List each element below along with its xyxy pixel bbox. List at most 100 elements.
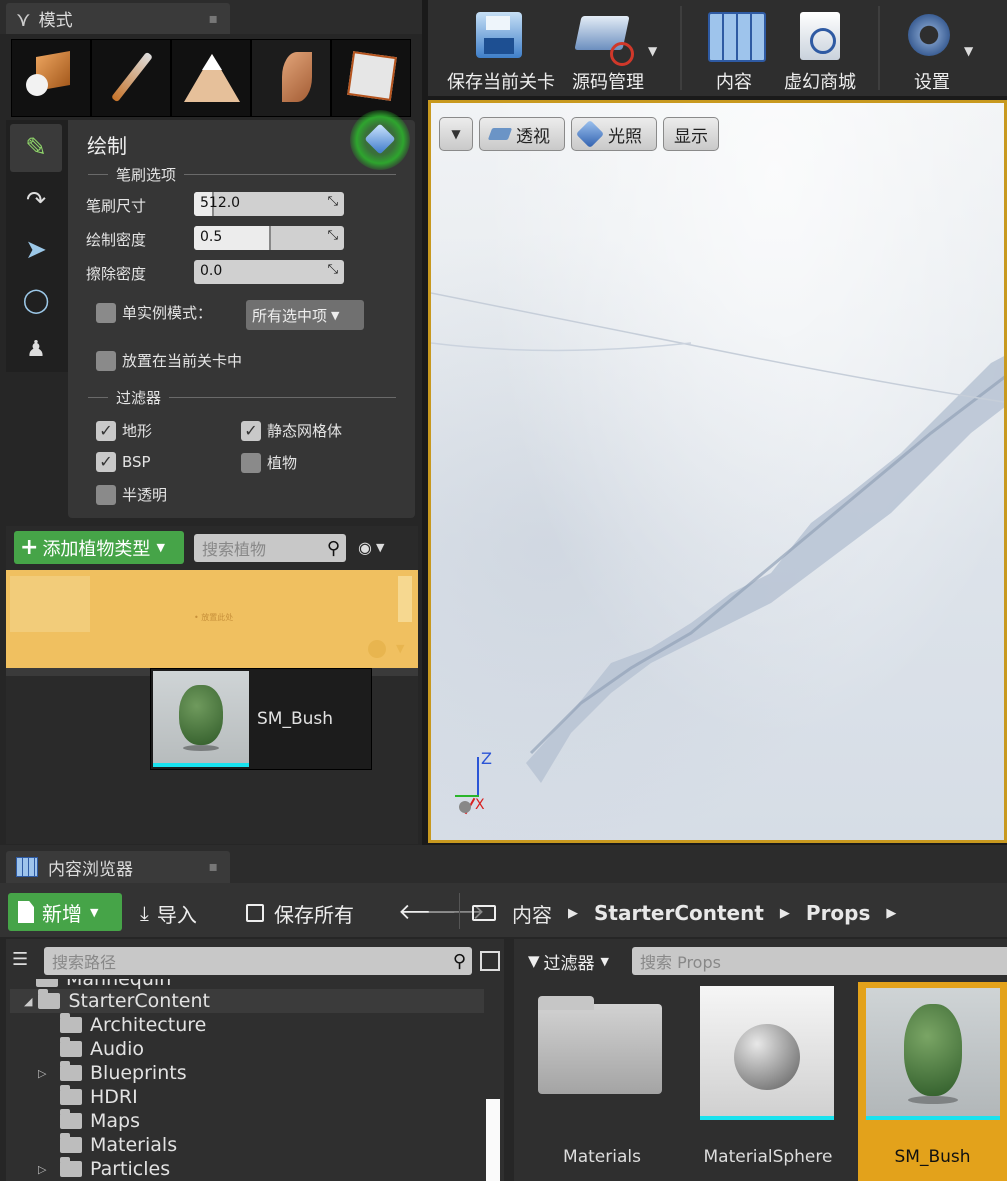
new-file-icon bbox=[18, 901, 34, 923]
tree-item-starter-content[interactable]: ◢ StarterContent bbox=[10, 989, 484, 1013]
source-control-button[interactable]: ▼ 源码管理 bbox=[560, 4, 660, 93]
collapsed-arrow-icon[interactable]: ▷ bbox=[38, 1163, 52, 1176]
perspective-icon bbox=[487, 128, 513, 140]
show-label: 显示 bbox=[674, 126, 708, 147]
tool-select[interactable]: ➤ bbox=[10, 228, 62, 272]
filters-button[interactable]: ▼ 过滤器 ▼ bbox=[528, 947, 609, 975]
erase-density-row: 擦除密度 0.0 ⤡ bbox=[86, 260, 396, 286]
collapsed-arrow-icon[interactable]: ▷ bbox=[38, 1067, 52, 1080]
breadcrumb-props[interactable]: Props bbox=[806, 901, 870, 925]
paint-density-slider[interactable]: 0.5 ⤡ bbox=[194, 226, 344, 250]
breadcrumb-content[interactable]: 内容 bbox=[512, 899, 552, 928]
asset-search-input[interactable]: 搜索 Props bbox=[632, 947, 1007, 975]
filter-foliage-checkbox[interactable] bbox=[241, 452, 261, 473]
chevron-down-icon: ▼ bbox=[375, 541, 385, 554]
breadcrumb-separator-icon[interactable]: ▶ bbox=[568, 906, 578, 921]
filter-translucent-checkbox[interactable] bbox=[96, 484, 116, 505]
tool-paint[interactable]: ✎ bbox=[10, 124, 62, 172]
tree-item-maps[interactable]: Maps bbox=[38, 1109, 140, 1133]
filter-landscape[interactable]: ✓ 地形 bbox=[96, 420, 152, 441]
filter-static-mesh[interactable]: ✓ 静态网格体 bbox=[241, 420, 342, 441]
place-in-level-checkbox[interactable] bbox=[96, 350, 116, 371]
tree-item-materials[interactable]: Materials bbox=[38, 1133, 177, 1157]
single-instance-checkbox[interactable] bbox=[96, 302, 116, 323]
view-options-button[interactable]: ◉ ▼ bbox=[358, 538, 384, 557]
tree-item-audio[interactable]: Audio bbox=[38, 1037, 144, 1061]
select-arrow-icon: ➤ bbox=[25, 235, 47, 265]
resize-icon: ⤡ bbox=[327, 228, 338, 243]
tool-lasso[interactable]: ◯ bbox=[10, 278, 62, 322]
filter-landscape-label: 地形 bbox=[122, 422, 153, 440]
asset-name: SM_Bush bbox=[894, 1147, 971, 1167]
erase-density-slider[interactable]: 0.0 ⤡ bbox=[194, 260, 344, 284]
viewport[interactable]: ▼ 透视 光照 显示 Z X bbox=[428, 100, 1007, 843]
paint-mode-button[interactable] bbox=[91, 39, 171, 117]
perspective-label: 透视 bbox=[516, 126, 550, 147]
tutorial-button[interactable] bbox=[350, 110, 410, 170]
close-icon[interactable]: ▪ bbox=[209, 859, 219, 875]
asset-materials-folder[interactable]: Materials bbox=[532, 982, 672, 1181]
tab-modes[interactable]: ⋎ 模式 ▪ bbox=[6, 3, 230, 34]
close-icon[interactable]: ▪ bbox=[209, 11, 219, 27]
dragged-asset[interactable]: SM_Bush bbox=[150, 668, 372, 770]
tab-content-browser[interactable]: 内容浏览器 ▪ bbox=[6, 851, 230, 883]
asset-sm-bush[interactable]: SM_Bush bbox=[858, 982, 1007, 1181]
folder-icon bbox=[538, 1004, 662, 1094]
single-instance-dropdown[interactable]: 所有选中项 ▼ bbox=[246, 300, 364, 330]
place-mode-button[interactable] bbox=[11, 39, 91, 117]
filter-section-label: 过滤器 bbox=[116, 389, 162, 407]
tree-scrollbar[interactable] bbox=[486, 1099, 500, 1181]
settings-button[interactable]: ▼ 设置 bbox=[890, 4, 986, 93]
tool-reapply[interactable]: ↷ bbox=[10, 178, 62, 222]
erase-density-value: 0.0 bbox=[200, 263, 223, 279]
tree-item-hdri[interactable]: HDRI bbox=[38, 1085, 138, 1109]
tree-item-blueprints[interactable]: ▷ Blueprints bbox=[38, 1061, 187, 1085]
breadcrumb-starter-content[interactable]: StarterContent bbox=[594, 901, 764, 925]
geometry-mode-button[interactable] bbox=[331, 39, 411, 117]
paint-density-row: 绘制密度 0.5 ⤡ bbox=[86, 226, 396, 252]
filter-foliage[interactable]: 植物 bbox=[241, 452, 297, 473]
viewport-options-button[interactable]: ▼ bbox=[439, 117, 473, 151]
foliage-search-input[interactable]: 搜索植物 ⚲ bbox=[194, 534, 346, 562]
import-button[interactable]: ⤓ 导入 bbox=[140, 897, 197, 929]
foliage-drop-zone[interactable]: • 放置此处 ▼ bbox=[6, 570, 418, 668]
asset-material-sphere[interactable]: MaterialSphere bbox=[698, 982, 838, 1181]
brush-size-slider[interactable]: 512.0 ⤡ bbox=[194, 192, 344, 216]
filter-bsp[interactable]: ✓ BSP bbox=[96, 452, 151, 472]
tree-item-particles[interactable]: ▷ Particles bbox=[38, 1157, 170, 1181]
plus-icon: + bbox=[20, 535, 39, 560]
view-options-icon[interactable] bbox=[480, 951, 500, 971]
tree-item-architecture[interactable]: Architecture bbox=[38, 1013, 206, 1037]
filter-static-mesh-checkbox[interactable]: ✓ bbox=[241, 420, 261, 441]
add-new-button[interactable]: 新增 ▼ bbox=[8, 893, 122, 931]
breadcrumb-separator-icon[interactable]: ▶ bbox=[886, 906, 896, 921]
filter-translucent[interactable]: 半透明 bbox=[96, 484, 167, 505]
save-level-button[interactable]: 保存当前关卡 bbox=[436, 4, 555, 93]
filter-bsp-label: BSP bbox=[122, 453, 151, 471]
drop-hint: • 放置此处 bbox=[194, 613, 234, 622]
expanded-arrow-icon[interactable]: ◢ bbox=[24, 995, 32, 1008]
filter-landscape-checkbox[interactable]: ✓ bbox=[96, 420, 116, 441]
lighting-button[interactable]: 光照 bbox=[571, 117, 657, 151]
filter-bsp-checkbox[interactable]: ✓ bbox=[96, 452, 116, 472]
paint-density-value: 0.5 bbox=[200, 229, 223, 245]
tool-fill[interactable]: ♟ bbox=[10, 328, 62, 372]
dragged-asset-name: SM_Bush bbox=[257, 709, 334, 729]
perspective-button[interactable]: 透视 bbox=[479, 117, 565, 151]
brush-icon bbox=[110, 51, 154, 103]
add-foliage-type-button[interactable]: + 添加植物类型 ▼ bbox=[14, 531, 184, 564]
breadcrumb-separator-icon[interactable]: ▶ bbox=[780, 906, 790, 921]
path-search-input[interactable]: 搜索路径 ⚲ bbox=[44, 947, 472, 975]
toolbar-divider bbox=[878, 6, 880, 90]
foliage-mode-button[interactable] bbox=[251, 39, 331, 117]
collapse-sources-icon[interactable]: ☰ bbox=[12, 949, 28, 970]
show-button[interactable]: 显示 bbox=[663, 117, 719, 151]
place-in-level-label: 放置在当前关卡中 bbox=[122, 352, 243, 370]
marketplace-button[interactable]: 虚幻商城 bbox=[778, 4, 862, 93]
content-label: 内容 bbox=[716, 72, 752, 93]
content-browser: 内容浏览器 ▪ 新增 ▼ ⤓ 导入 保存所有 🡐 🡒 内容 ▶ StarterC… bbox=[0, 845, 1007, 1181]
content-button[interactable]: 内容 bbox=[694, 4, 774, 93]
save-all-button[interactable]: 保存所有 bbox=[246, 897, 354, 929]
save-icon bbox=[246, 904, 264, 922]
landscape-mode-button[interactable] bbox=[171, 39, 251, 117]
